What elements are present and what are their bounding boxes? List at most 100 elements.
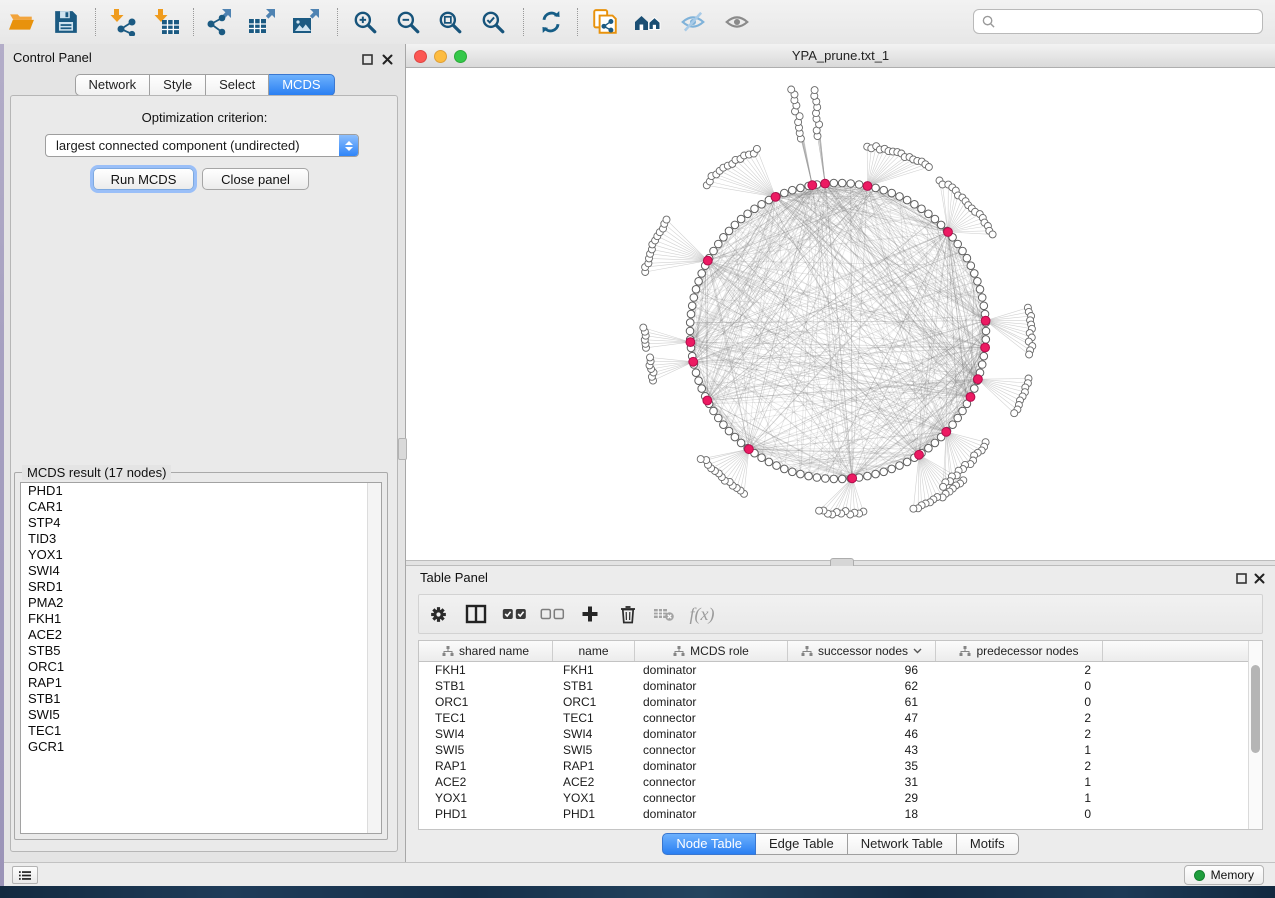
graph-node[interactable] (686, 319, 694, 327)
graph-leaf-node[interactable] (640, 324, 647, 331)
import-table-button[interactable] (149, 5, 183, 39)
graph-leaf-node[interactable] (647, 354, 654, 361)
graph-node[interactable] (954, 240, 962, 248)
list-item[interactable]: YOX1 (21, 547, 381, 563)
graph-node[interactable] (959, 407, 967, 415)
graph-hub-node[interactable] (974, 375, 983, 384)
graph-hub-node[interactable] (981, 343, 990, 352)
graph-node[interactable] (695, 278, 703, 286)
graph-node[interactable] (864, 472, 872, 480)
graph-node[interactable] (918, 205, 926, 213)
show-column-panel-button[interactable] (459, 595, 493, 633)
graph-node[interactable] (980, 352, 988, 360)
table-row[interactable]: ORC1ORC1dominator610 (419, 694, 1262, 710)
graph-hub-node[interactable] (703, 396, 712, 405)
graph-node[interactable] (797, 470, 805, 478)
list-item[interactable]: ORC1 (21, 659, 381, 675)
list-item[interactable]: STB1 (21, 691, 381, 707)
graph-node[interactable] (715, 414, 723, 422)
float-panel-button[interactable] (361, 53, 374, 66)
list-item[interactable]: STP4 (21, 515, 381, 531)
graph-node[interactable] (903, 196, 911, 204)
list-item[interactable]: PMA2 (21, 595, 381, 611)
graph-node[interactable] (872, 470, 880, 478)
list-item[interactable]: PHD1 (21, 483, 381, 499)
graph-node[interactable] (880, 468, 888, 476)
graph-node[interactable] (695, 377, 703, 385)
graph-node[interactable] (982, 336, 990, 344)
panel-menu-button[interactable] (12, 866, 38, 884)
graph-node[interactable] (838, 179, 846, 187)
graph-node[interactable] (698, 385, 706, 393)
column-header-shared-name[interactable]: shared name (419, 641, 553, 661)
graph-node[interactable] (888, 465, 896, 473)
graph-node[interactable] (959, 247, 967, 255)
table-row[interactable]: FKH1FKH1dominator962 (419, 662, 1262, 678)
graph-node[interactable] (880, 186, 888, 194)
table-row[interactable]: PHD1PHD1dominator180 (419, 806, 1262, 822)
graph-node[interactable] (949, 421, 957, 429)
graph-hub-node[interactable] (745, 445, 754, 454)
tab-select[interactable]: Select (206, 74, 269, 96)
table-row[interactable]: SWI4SWI4dominator462 (419, 726, 1262, 742)
graph-node[interactable] (896, 462, 904, 470)
list-item[interactable]: SWI4 (21, 563, 381, 579)
table-row[interactable]: YOX1YOX1connector291 (419, 790, 1262, 806)
list-scrollbar[interactable] (367, 483, 381, 833)
graph-node[interactable] (715, 240, 723, 248)
list-item[interactable]: STB5 (21, 643, 381, 659)
graph-node[interactable] (692, 369, 700, 377)
graph-node[interactable] (720, 234, 728, 242)
graph-node[interactable] (725, 227, 733, 235)
graph-leaf-node[interactable] (910, 505, 917, 512)
graph-node[interactable] (720, 421, 728, 429)
neighbors-button[interactable] (632, 5, 666, 39)
graph-node[interactable] (847, 180, 855, 188)
function-builder-button[interactable]: f(x) (685, 595, 719, 633)
graph-hub-node[interactable] (981, 316, 990, 325)
graph-node[interactable] (830, 179, 838, 187)
column-header-predecessor-nodes[interactable]: predecessor nodes (936, 641, 1103, 661)
graph-hub-node[interactable] (771, 193, 780, 202)
graph-node[interactable] (789, 186, 797, 194)
graph-node[interactable] (971, 270, 979, 278)
list-item[interactable]: RAP1 (21, 675, 381, 691)
close-panel-button[interactable] (381, 53, 394, 66)
graph-hub-node[interactable] (944, 228, 953, 237)
show-button[interactable] (720, 5, 754, 39)
graph-node[interactable] (725, 427, 733, 435)
graph-node[interactable] (838, 475, 846, 483)
graph-node[interactable] (737, 439, 745, 447)
run-mcds-button[interactable]: Run MCDS (93, 168, 194, 190)
graph-hub-node[interactable] (863, 182, 872, 191)
zoom-in-button[interactable] (348, 5, 382, 39)
delete-table-button[interactable] (647, 595, 681, 633)
graph-node[interactable] (976, 286, 984, 294)
graph-node[interactable] (896, 193, 904, 201)
tab-motifs[interactable]: Motifs (957, 833, 1019, 855)
graph-node[interactable] (781, 465, 789, 473)
graph-node[interactable] (954, 414, 962, 422)
tab-network-table[interactable]: Network Table (848, 833, 957, 855)
list-item[interactable]: SRD1 (21, 579, 381, 595)
graph-node[interactable] (931, 215, 939, 223)
table-scrollbar-thumb[interactable] (1251, 665, 1260, 753)
graph-node[interactable] (888, 189, 896, 197)
memory-button[interactable]: Memory (1184, 865, 1264, 885)
graph-leaf-node[interactable] (663, 216, 670, 223)
graph-node[interactable] (872, 184, 880, 192)
graph-node[interactable] (925, 210, 933, 218)
table-float-button[interactable] (1235, 572, 1248, 585)
graph-node[interactable] (758, 201, 766, 209)
table-row[interactable]: STB1STB1dominator620 (419, 678, 1262, 694)
table-row[interactable]: TEC1TEC1connector472 (419, 710, 1262, 726)
tab-node-table[interactable]: Node Table (662, 833, 756, 855)
tab-mcds[interactable]: MCDS (269, 74, 334, 96)
tab-network[interactable]: Network (74, 74, 150, 96)
graph-leaf-node[interactable] (697, 456, 704, 463)
graph-node[interactable] (690, 294, 698, 302)
graph-node[interactable] (822, 475, 830, 483)
graph-node[interactable] (971, 385, 979, 393)
deselect-all-columns-button[interactable] (535, 595, 569, 633)
graph-node[interactable] (931, 439, 939, 447)
